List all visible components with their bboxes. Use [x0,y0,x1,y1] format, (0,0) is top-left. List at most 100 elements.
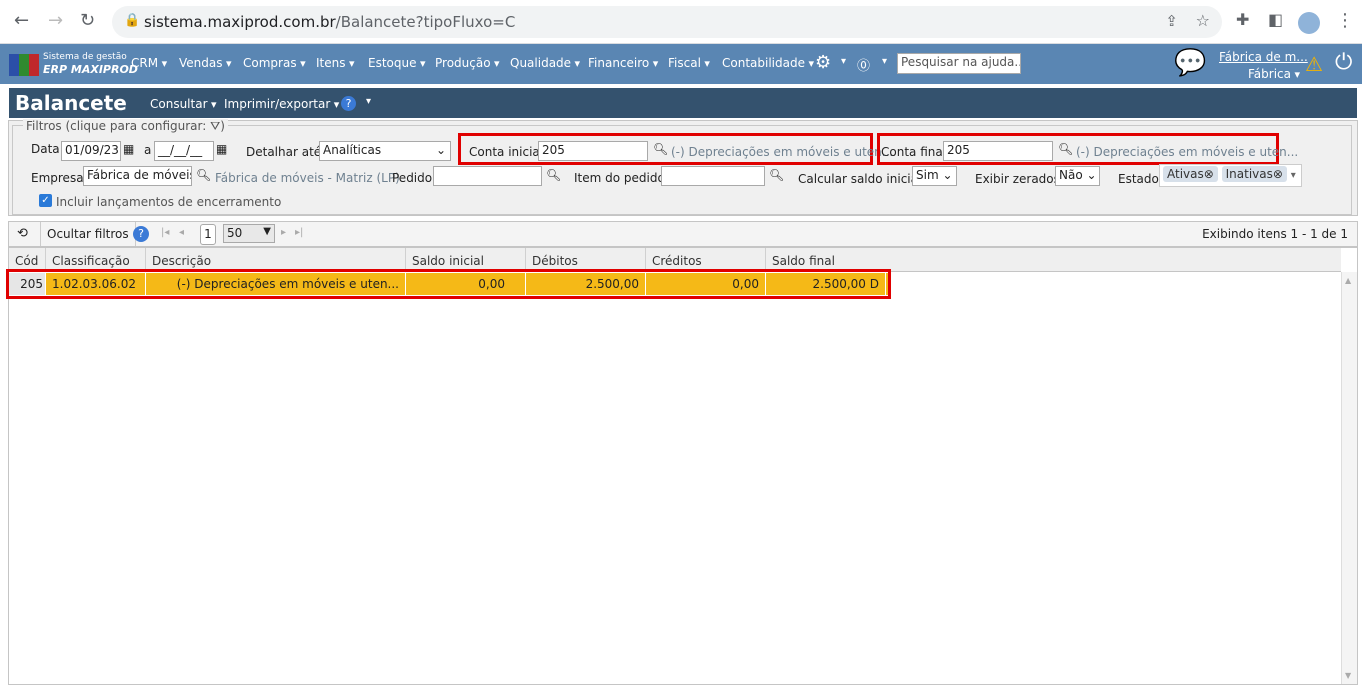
extensions-icon[interactable]: ✚ [1236,10,1249,29]
back-icon[interactable]: ← [14,10,29,31]
detalhar-select[interactable]: Analíticas ⌄ [319,141,451,161]
empresa-label: Empresa [31,171,84,185]
menu-vendas[interactable]: Vendas [179,56,232,70]
consultar-menu[interactable]: Consultar [150,97,217,111]
balancete-grid: Cód Classificação Descrição Saldo inicia… [6,247,1358,685]
page-title-bar: Balancete Consultar Imprimir/exportar ? … [8,87,1358,119]
search-icon[interactable]: 🔍︎ [196,168,211,182]
detalhar-label: Detalhar até [246,145,322,159]
forward-icon[interactable]: → [48,10,63,31]
refresh-icon[interactable]: ⟲ [17,226,28,241]
kebab-menu-icon[interactable]: ⋮ [1336,10,1354,31]
estado-chip-inativas[interactable]: Inativas⊗ [1221,166,1287,182]
scroll-down-icon[interactable]: ▼ [1345,671,1351,680]
search-icon[interactable]: 🔍︎ [653,142,668,156]
menu-estoque[interactable]: Estoque [368,56,426,70]
filters-panel: Filtros (clique para configurar: ⛛) Data… [8,119,1358,216]
settings-gear-icon[interactable]: ⚙ [815,52,831,73]
profile-avatar[interactable] [1298,12,1320,34]
next-page-icon[interactable]: ▸ [281,227,286,238]
first-page-icon[interactable]: |◂ [161,227,169,238]
company-selector[interactable]: Fábrica [1248,67,1300,81]
calcular-saldo-label: Calcular saldo inicial [798,172,922,186]
menu-producao[interactable]: Produção [435,56,500,70]
encerramento-checkbox[interactable]: ✓ [39,194,52,207]
logo-icon [9,54,39,76]
conta-final-label: Conta final [881,145,947,159]
warning-icon[interactable]: ⚠ [1305,52,1323,76]
empresa-input[interactable]: Fábrica de móveis - [83,166,192,186]
menu-contabilidade[interactable]: Contabilidade [722,56,814,70]
pedido-label: Pedido [392,171,433,185]
data-label: Data [31,142,60,156]
calcular-saldo-select[interactable]: Sim ⌄ [912,166,957,186]
calendar-icon[interactable]: ▦ [216,142,227,156]
detalhar-value: Analíticas [323,143,382,157]
power-icon[interactable]: ⏻ [1335,50,1352,75]
page-number-input[interactable]: 1 [200,224,216,245]
menu-financeiro[interactable]: Financeiro [588,56,658,70]
url-host: sistema.maxiprod.com.br [144,13,336,31]
chevron-down-icon: ⌄ [942,168,953,182]
chevron-down-icon: ⌄ [435,143,446,157]
calcular-saldo-value: Sim [916,168,939,182]
chat-bubble-icon[interactable]: 💬 [1174,48,1206,78]
sidepanel-icon[interactable]: ◧ [1268,10,1283,29]
menu-compras[interactable]: Compras [243,56,306,70]
item-pedido-label: Item do pedido [574,171,665,185]
url-path: /Balancete?tipoFluxo=C [335,13,516,31]
chevron-down-icon: ▾ [1290,170,1296,181]
help-dropdown-icon[interactable]: ▾ [366,96,371,107]
logo-line2: ERP MAXIPROD [43,63,138,76]
page-size-select[interactable]: 50 ▼ [223,224,275,243]
estado-multiselect[interactable]: Ativas⊗ Inativas⊗ ▾ [1159,164,1302,187]
conta-inicial-input[interactable]: 205 [538,141,648,161]
reload-icon[interactable]: ↻ [80,10,95,31]
search-icon[interactable]: 🔍︎ [1058,142,1073,156]
annotation-highlight [6,269,891,299]
filter-icon[interactable]: ⛛ [210,119,220,133]
company-link[interactable]: Fábrica de m... [1219,50,1308,64]
chevron-down-icon: ▼ [263,226,271,237]
empresa-desc: Fábrica de móveis - Matriz (LP) [215,171,400,185]
lock-icon: 🔒 [124,13,141,28]
data-to-input[interactable]: __/__/__ [154,141,214,161]
share-icon[interactable]: ⇪ [1165,12,1178,30]
conta-final-desc: (-) Depreciações em móveis e uten... [1076,145,1299,159]
help-dropdown-icon[interactable]: ▾ [882,56,887,67]
logo-line1: Sistema de gestão [43,52,127,62]
filters-legend[interactable]: Filtros (clique para configurar: ⛛) [23,119,228,134]
prev-page-icon[interactable]: ◂ [179,227,184,238]
last-page-icon[interactable]: ▸| [295,227,303,238]
scroll-up-icon[interactable]: ▲ [1345,276,1351,285]
settings-dropdown-icon[interactable]: ▾ [841,56,846,67]
search-icon[interactable]: 🔍︎ [546,168,561,182]
help-icon[interactable]: ⓪ [857,55,870,74]
items-status: Exibindo itens 1 - 1 de 1 [1202,227,1348,241]
filters-legend-end: ) [220,119,225,133]
help-icon[interactable]: ? [341,96,356,111]
imprimir-exportar-menu[interactable]: Imprimir/exportar [224,97,339,111]
chip-label: Inativas [1225,167,1273,181]
search-icon[interactable]: 🔍︎ [769,168,784,182]
estado-label: Estado [1118,172,1159,186]
address-bar[interactable]: 🔒 sistema.maxiprod.com.br/Balancete?tipo… [112,6,1222,38]
hide-filters-button[interactable]: Ocultar filtros [40,222,136,246]
exibir-zerados-select[interactable]: Não ⌄ [1055,166,1100,186]
data-from-input[interactable]: 01/09/23 [61,141,121,161]
pedido-input[interactable] [433,166,542,186]
star-icon[interactable]: ☆ [1196,11,1210,30]
help-icon[interactable]: ? [133,226,149,242]
menu-fiscal[interactable]: Fiscal [668,56,710,70]
estado-chip-ativas[interactable]: Ativas⊗ [1163,166,1218,182]
help-search-input[interactable]: Pesquisar na ajuda... [897,53,1021,74]
vertical-scrollbar[interactable]: ▲ ▼ [1341,272,1357,684]
item-pedido-input[interactable] [661,166,765,186]
filters-legend-text: Filtros (clique para configurar: [26,119,207,133]
data-sep: a [144,143,152,157]
calendar-icon[interactable]: ▦ [123,142,134,156]
menu-crm[interactable]: CRM [131,56,167,70]
conta-final-input[interactable]: 205 [943,141,1053,161]
menu-itens[interactable]: Itens [316,56,355,70]
menu-qualidade[interactable]: Qualidade [510,56,580,70]
